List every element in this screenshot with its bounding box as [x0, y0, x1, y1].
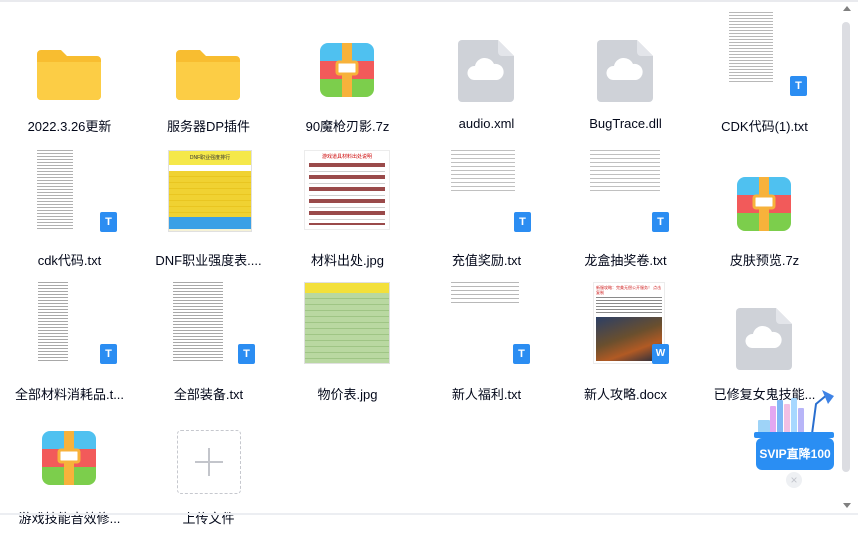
- upload-tile[interactable]: 上传文件: [139, 420, 278, 540]
- file-name: 新人攻略.docx: [583, 387, 668, 402]
- file-tile[interactable]: T cdk代码.txt: [0, 150, 139, 272]
- file-tile[interactable]: T 全部装备.txt: [139, 282, 278, 406]
- file-name: 物价表.jpg: [317, 387, 378, 402]
- file-tile[interactable]: 90魔枪刃影.7z: [278, 18, 417, 138]
- file-tile[interactable]: T 充值奖励.txt: [417, 150, 556, 272]
- spreadsheet-thumbnail: DNF职业强度排行: [168, 150, 252, 232]
- file-name: cdk代码.txt: [37, 253, 102, 268]
- file-tile[interactable]: 物价表.jpg: [278, 282, 417, 406]
- file-tile[interactable]: 新服攻略：完美无偿公开服务！ 点击复制 W 新人攻略.docx: [556, 282, 695, 406]
- file-tile[interactable]: T 龙盒抽奖卷.txt: [556, 150, 695, 272]
- text-thumbnail: [729, 12, 773, 82]
- archive-icon: [726, 166, 802, 242]
- file-tile[interactable]: 游戏技能音效修...: [0, 420, 139, 540]
- scrollbar-thumb[interactable]: [842, 22, 850, 472]
- file-name: BugTrace.dll: [589, 116, 662, 131]
- text-thumbnail: [590, 150, 660, 194]
- text-thumbnail: [451, 282, 519, 304]
- text-thumbnail: [451, 150, 515, 194]
- txt-badge-icon: T: [513, 344, 530, 364]
- folder-icon: [170, 32, 246, 108]
- txt-badge-icon: T: [100, 344, 117, 364]
- file-name: 皮肤预览.7z: [729, 253, 800, 268]
- file-tile[interactable]: audio.xml: [417, 18, 556, 138]
- file-name: 材料出处.jpg: [311, 253, 384, 268]
- txt-badge-icon: T: [790, 76, 807, 96]
- image-thumbnail: 游戏道具材料出处说明: [304, 150, 390, 230]
- cloud-file-icon: [448, 32, 524, 108]
- txt-badge-icon: T: [100, 212, 117, 232]
- cloud-file-icon: [587, 32, 663, 108]
- txt-badge-icon: T: [652, 212, 669, 232]
- archive-icon: [31, 420, 107, 496]
- file-tile[interactable]: 服务器DP插件: [139, 18, 278, 138]
- file-tile[interactable]: DNF职业强度排行 DNF职业强度表....: [139, 150, 278, 272]
- file-grid: 2022.3.26更新 服务器DP插件 90魔枪刃影.7z audio.xml …: [0, 0, 842, 526]
- file-name: 新人福利.txt: [451, 387, 522, 402]
- plus-icon-vertical: [208, 448, 210, 476]
- file-tile[interactable]: T 全部材料消耗品.t...: [0, 282, 139, 406]
- svip-promo-label[interactable]: SVIP直降100: [756, 438, 834, 470]
- txt-badge-icon: T: [514, 212, 531, 232]
- file-name: CDK代码(1).txt: [721, 119, 808, 134]
- svip-promo-widget[interactable]: SVIP直降100 ×: [752, 386, 836, 492]
- text-thumbnail: [38, 282, 68, 362]
- scroll-up-arrow-icon[interactable]: [843, 6, 851, 11]
- file-tile[interactable]: T 新人福利.txt: [417, 282, 556, 406]
- file-name: 2022.3.26更新: [27, 119, 112, 134]
- text-thumbnail: [37, 150, 73, 230]
- books-lamp-icon: [754, 390, 834, 438]
- archive-icon: [309, 32, 385, 108]
- file-tile[interactable]: 游戏道具材料出处说明 材料出处.jpg: [278, 150, 417, 272]
- file-tile[interactable]: 皮肤预览.7z: [695, 152, 834, 272]
- scroll-down-arrow-icon[interactable]: [843, 503, 851, 508]
- docx-badge-icon: W: [652, 344, 669, 364]
- file-tile[interactable]: 2022.3.26更新: [0, 18, 139, 138]
- upload-label: 上传文件: [182, 511, 235, 526]
- folder-icon: [31, 32, 107, 108]
- file-name: 游戏技能音效修...: [18, 511, 121, 526]
- file-name: 服务器DP插件: [166, 119, 251, 134]
- file-tile[interactable]: BugTrace.dll: [556, 18, 695, 138]
- cloud-file-icon: [726, 300, 802, 376]
- file-name: 90魔枪刃影.7z: [305, 119, 390, 134]
- bottom-border: [0, 513, 858, 515]
- file-name: 全部材料消耗品.t...: [14, 387, 125, 402]
- text-thumbnail: [173, 282, 223, 362]
- file-name: 充值奖励.txt: [451, 253, 522, 268]
- file-tile[interactable]: T CDK代码(1).txt: [695, 12, 834, 138]
- txt-badge-icon: T: [238, 344, 255, 364]
- upload-button[interactable]: [177, 430, 241, 494]
- close-icon[interactable]: ×: [786, 472, 802, 488]
- file-name: audio.xml: [458, 116, 515, 131]
- file-name: 全部装备.txt: [173, 387, 244, 402]
- file-name: 龙盒抽奖卷.txt: [584, 253, 667, 268]
- spreadsheet-thumbnail: [304, 282, 390, 364]
- file-name: DNF职业强度表....: [155, 253, 262, 268]
